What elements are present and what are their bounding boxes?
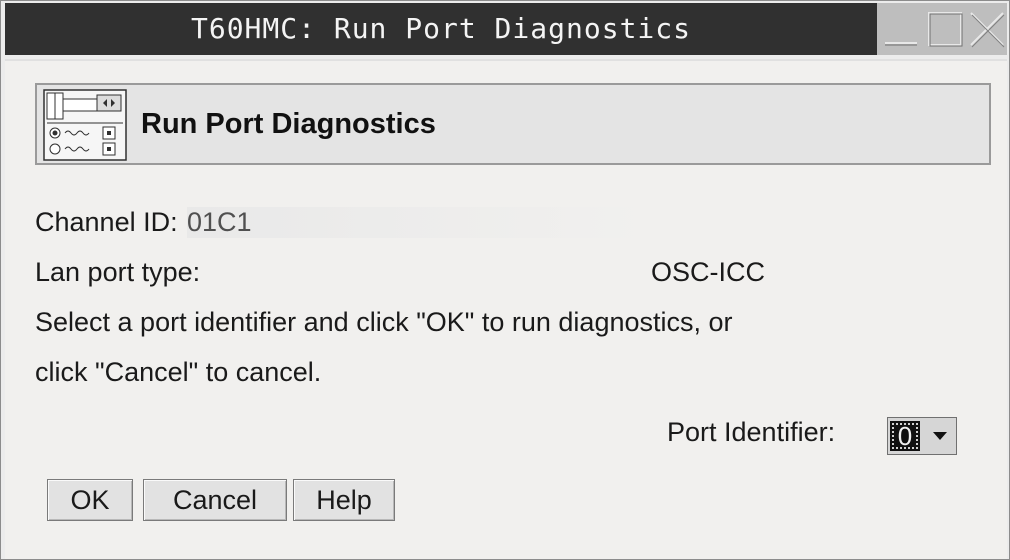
lan-port-type-value: OSC-ICC bbox=[651, 257, 765, 287]
lan-port-type-label: Lan port type: bbox=[35, 257, 201, 287]
channel-id-label: Channel ID: bbox=[35, 207, 178, 237]
maximize-button[interactable] bbox=[925, 9, 965, 49]
close-icon bbox=[970, 12, 1005, 48]
title-bar[interactable]: T60HMC: Run Port Diagnostics bbox=[5, 3, 1007, 55]
port-identifier-select[interactable]: 0 bbox=[887, 417, 957, 455]
minimize-icon bbox=[885, 42, 917, 46]
ports-panel-icon bbox=[43, 89, 127, 161]
help-button[interactable]: Help bbox=[293, 479, 395, 521]
header-panel: Run Port Diagnostics bbox=[35, 83, 991, 165]
port-identifier-label: Port Identifier: bbox=[667, 417, 836, 447]
channel-id-value: 01C1 bbox=[187, 207, 637, 238]
port-identifier-selected-value[interactable]: 0 bbox=[890, 421, 920, 451]
instruction-line-1: Select a port identifier and click "OK" … bbox=[35, 307, 733, 337]
dropdown-arrow-button[interactable] bbox=[926, 420, 954, 452]
close-button[interactable] bbox=[967, 9, 1007, 49]
ok-button[interactable]: OK bbox=[47, 479, 133, 521]
chevron-down-icon bbox=[933, 432, 947, 440]
maximize-icon bbox=[928, 12, 963, 47]
instruction-line-2: click "Cancel" to cancel. bbox=[35, 357, 322, 387]
window-title: T60HMC: Run Port Diagnostics bbox=[5, 3, 877, 55]
cancel-button[interactable]: Cancel bbox=[143, 479, 287, 521]
dialog-content: Run Port Diagnostics Channel ID: 01C1 La… bbox=[5, 59, 1007, 559]
minimize-button[interactable] bbox=[881, 9, 921, 49]
dialog-window: T60HMC: Run Port Diagnostics Run Port Di… bbox=[0, 0, 1010, 560]
header-title: Run Port Diagnostics bbox=[141, 108, 436, 140]
